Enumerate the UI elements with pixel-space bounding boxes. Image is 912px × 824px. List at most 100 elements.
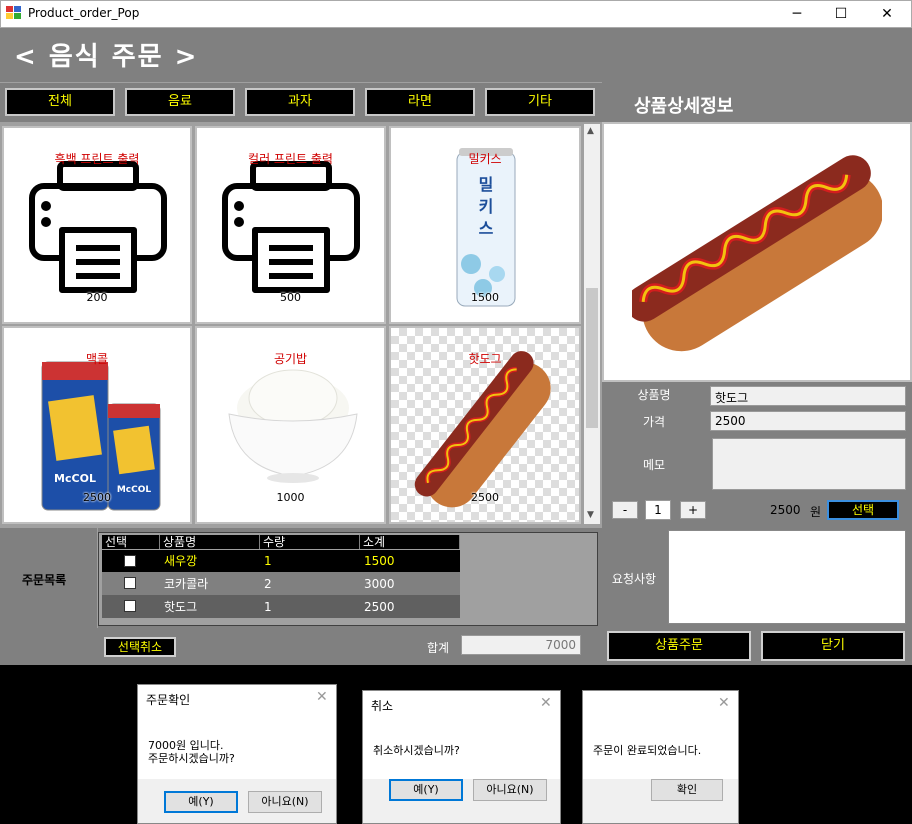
product-price: 2500 — [83, 491, 111, 504]
product-card[interactable]: McCOL McCOL 맥콜 2500 — [2, 326, 192, 524]
product-name: 흑백 프린트 출력 — [54, 152, 140, 166]
price-label: 가격 — [642, 415, 666, 429]
product-name: 핫도그 — [468, 352, 502, 366]
column-header[interactable]: 소계 — [360, 535, 460, 549]
printer-icon — [29, 161, 167, 293]
minimize-button[interactable]: ─ — [774, 0, 820, 28]
sum-label: 합계 — [427, 641, 450, 655]
svg-text:밀: 밀 — [479, 175, 494, 194]
currency-unit: 원 — [810, 505, 822, 519]
product-card[interactable]: 흑백 프린트 출력 200 — [2, 126, 192, 324]
window-title: Product_order_Pop — [28, 6, 140, 20]
confirm-order-dialog: 주문확인 ✕ 7000원 입니다. 주문하시겠습니까? 예(Y) 아니요(N) — [137, 684, 337, 824]
request-label: 요청사항 — [611, 572, 657, 586]
app-header: < 음식 주문 > — [0, 28, 912, 82]
product-name: 공기밥 — [273, 352, 308, 366]
minus-button[interactable]: - — [612, 501, 638, 519]
page-title: < 음식 주문 > — [14, 42, 199, 72]
dialog-footer: 확인 — [583, 779, 738, 823]
plus-button[interactable]: + — [680, 501, 706, 519]
scroll-down-icon[interactable]: ▼ — [587, 510, 594, 520]
dialog-title: 주문확인 — [146, 693, 191, 707]
order-complete-dialog: ✕ 주문이 완료되었습니다. 확인 — [582, 690, 739, 824]
select-button[interactable]: 선택 — [827, 500, 899, 520]
category-snack-button[interactable]: 과자 — [245, 88, 355, 116]
product-scrollbar[interactable]: ▲ ▼ — [584, 124, 600, 524]
no-button[interactable]: 아니요(N) — [473, 779, 547, 801]
close-icon[interactable]: ✕ — [316, 689, 328, 705]
dialog-message: 주문이 완료되었습니다. — [593, 744, 702, 757]
row-quantity: 1 — [264, 600, 272, 614]
product-name: 밀키스 — [468, 152, 502, 166]
row-checkbox[interactable] — [124, 577, 136, 589]
name-label: 상품명 — [637, 388, 671, 402]
quantity-field[interactable]: 1 — [645, 500, 671, 520]
row-product-name: 핫도그 — [164, 600, 198, 614]
detail-header: 상품상세정보 — [602, 82, 912, 122]
dialog-message: 주문하시겠습니까? — [148, 752, 235, 765]
close-window-button[interactable]: ✕ — [864, 0, 910, 28]
dialog-footer: 예(Y) 아니요(N) — [138, 779, 336, 823]
product-name: 맥콜 — [85, 352, 109, 366]
svg-text:스: 스 — [479, 219, 494, 238]
row-quantity: 1 — [264, 554, 272, 568]
row-subtotal: 3000 — [364, 577, 395, 591]
row-subtotal: 2500 — [364, 600, 395, 614]
product-price: 500 — [280, 291, 301, 304]
detail-title: 상품상세정보 — [634, 96, 734, 117]
cancel-selection-button[interactable]: 선택취소 — [104, 637, 176, 657]
row-product-name: 코카콜라 — [164, 577, 209, 591]
column-header[interactable]: 상품명 — [160, 535, 260, 549]
row-checkbox[interactable] — [124, 600, 136, 612]
column-header[interactable]: 수량 — [260, 535, 360, 549]
total-price: 2500 — [770, 503, 801, 517]
category-all-button[interactable]: 전체 — [5, 88, 115, 116]
hotdog-icon — [632, 155, 882, 352]
maximize-button[interactable]: ☐ — [818, 0, 864, 28]
printer-icon — [222, 161, 360, 293]
product-price: 1500 — [471, 291, 499, 304]
no-button[interactable]: 아니요(N) — [248, 791, 322, 813]
product-card[interactable]: 밀 키 스 밀키스 1500 — [389, 126, 581, 324]
yes-button[interactable]: 예(Y) — [389, 779, 463, 801]
row-product-name: 새우깡 — [164, 554, 198, 568]
row-checkbox[interactable] — [124, 555, 136, 567]
order-list-label: 주문목록 — [22, 573, 67, 587]
svg-text:McCOL: McCOL — [54, 472, 96, 485]
drink-can-icon: 밀 키 스 — [456, 148, 516, 307]
detail-image — [602, 122, 912, 382]
svg-text:키: 키 — [479, 197, 494, 216]
row-quantity: 2 — [264, 577, 272, 591]
product-price: 1000 — [276, 491, 305, 504]
row-subtotal: 1500 — [364, 554, 395, 568]
product-card[interactable]: 컬러 프린트 출력 500 — [195, 126, 386, 324]
dialog-title: 취소 — [371, 699, 394, 713]
memo-label: 메모 — [642, 458, 666, 472]
category-etc-button[interactable]: 기타 — [485, 88, 595, 116]
request-field[interactable] — [668, 530, 906, 624]
category-drink-button[interactable]: 음료 — [125, 88, 235, 116]
sum-field[interactable]: 7000 — [461, 635, 581, 655]
rice-bowl-icon — [228, 369, 358, 483]
category-ramen-button[interactable]: 라면 — [365, 88, 475, 116]
product-price: 200 — [86, 291, 108, 304]
dialog-message: 취소하시겠습니까? — [373, 744, 460, 757]
ok-button[interactable]: 확인 — [651, 779, 723, 801]
close-button[interactable]: 닫기 — [761, 631, 905, 661]
column-header[interactable]: 선택 — [102, 535, 160, 549]
cancel-dialog: 취소 ✕ 취소하시겠습니까? 예(Y) 아니요(N) — [362, 690, 561, 824]
scroll-up-icon[interactable]: ▲ — [587, 126, 594, 136]
close-icon[interactable]: ✕ — [540, 695, 552, 711]
yes-button[interactable]: 예(Y) — [164, 791, 238, 813]
product-card[interactable]: 핫도그 2500 — [389, 326, 581, 524]
product-card[interactable]: 공기밥 1000 — [195, 326, 386, 524]
scroll-thumb[interactable] — [586, 288, 598, 428]
price-field[interactable]: 2500 — [710, 411, 906, 431]
dialog-footer: 예(Y) 아니요(N) — [363, 779, 560, 823]
app-icon — [6, 6, 21, 19]
product-name-field[interactable]: 핫도그 — [710, 386, 906, 406]
order-button[interactable]: 상품주문 — [607, 631, 751, 661]
memo-field[interactable] — [712, 438, 906, 490]
product-name: 컬러 프린트 출력 — [248, 152, 333, 166]
close-icon[interactable]: ✕ — [718, 695, 730, 711]
